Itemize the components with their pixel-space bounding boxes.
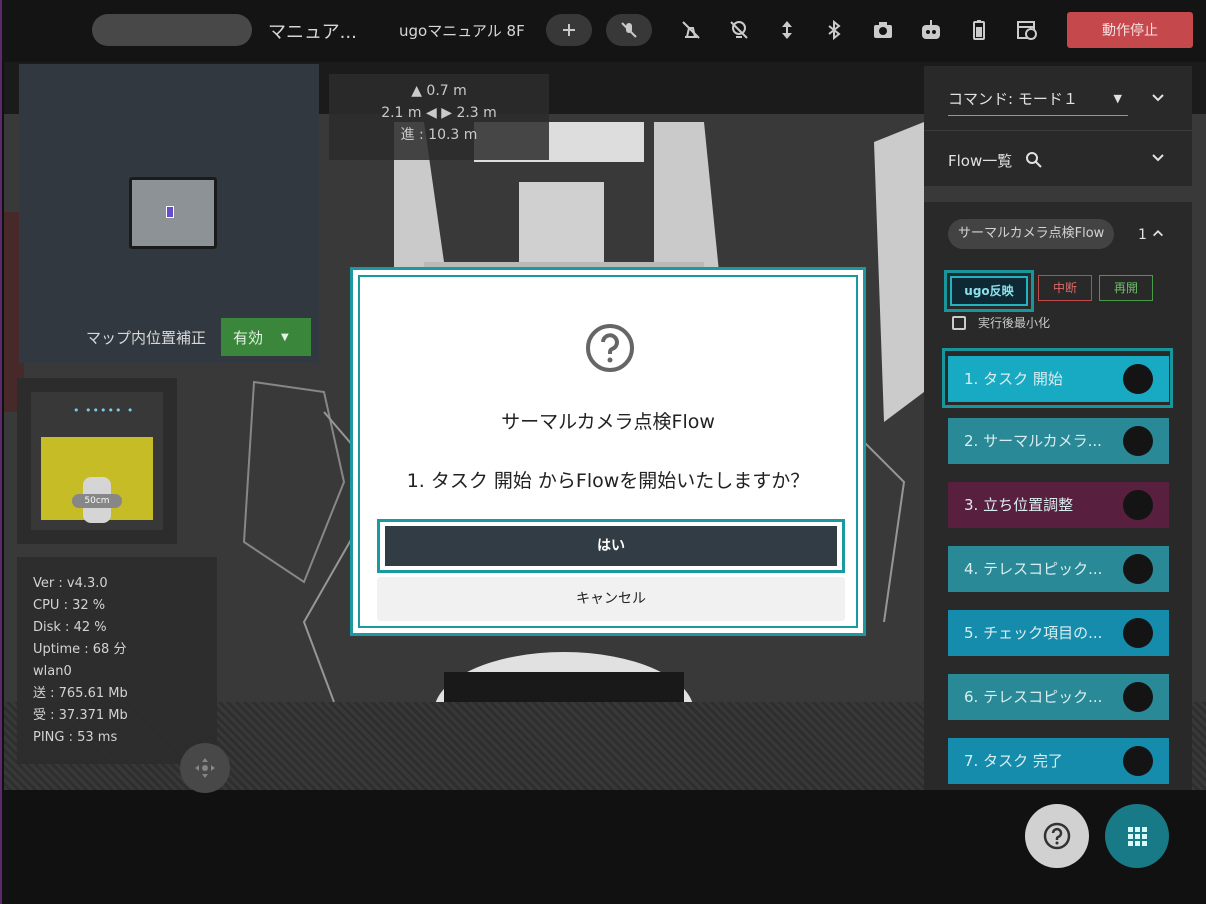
yes-button[interactable]: はい xyxy=(385,526,837,566)
question-icon xyxy=(586,324,634,372)
dialog-title: サーマルカメラ点検Flow xyxy=(501,411,715,433)
confirm-dialog-highlight: サーマルカメラ点検Flow 1. タスク 開始 からFlowを開始いたしますか？… xyxy=(350,267,866,636)
cancel-button[interactable]: キャンセル xyxy=(377,577,845,621)
dialog-message: 1. タスク 開始 からFlowを開始いたしますか？ xyxy=(406,470,810,492)
yes-button-highlight: はい xyxy=(377,519,845,573)
confirm-dialog: サーマルカメラ点検Flow 1. タスク 開始 からFlowを開始いたしますか？… xyxy=(358,275,858,628)
app-root: マニュア... ugoマニュアル 8F 動作停止 マップ内位置補正 有効 ▼ ▲… xyxy=(0,0,1206,904)
